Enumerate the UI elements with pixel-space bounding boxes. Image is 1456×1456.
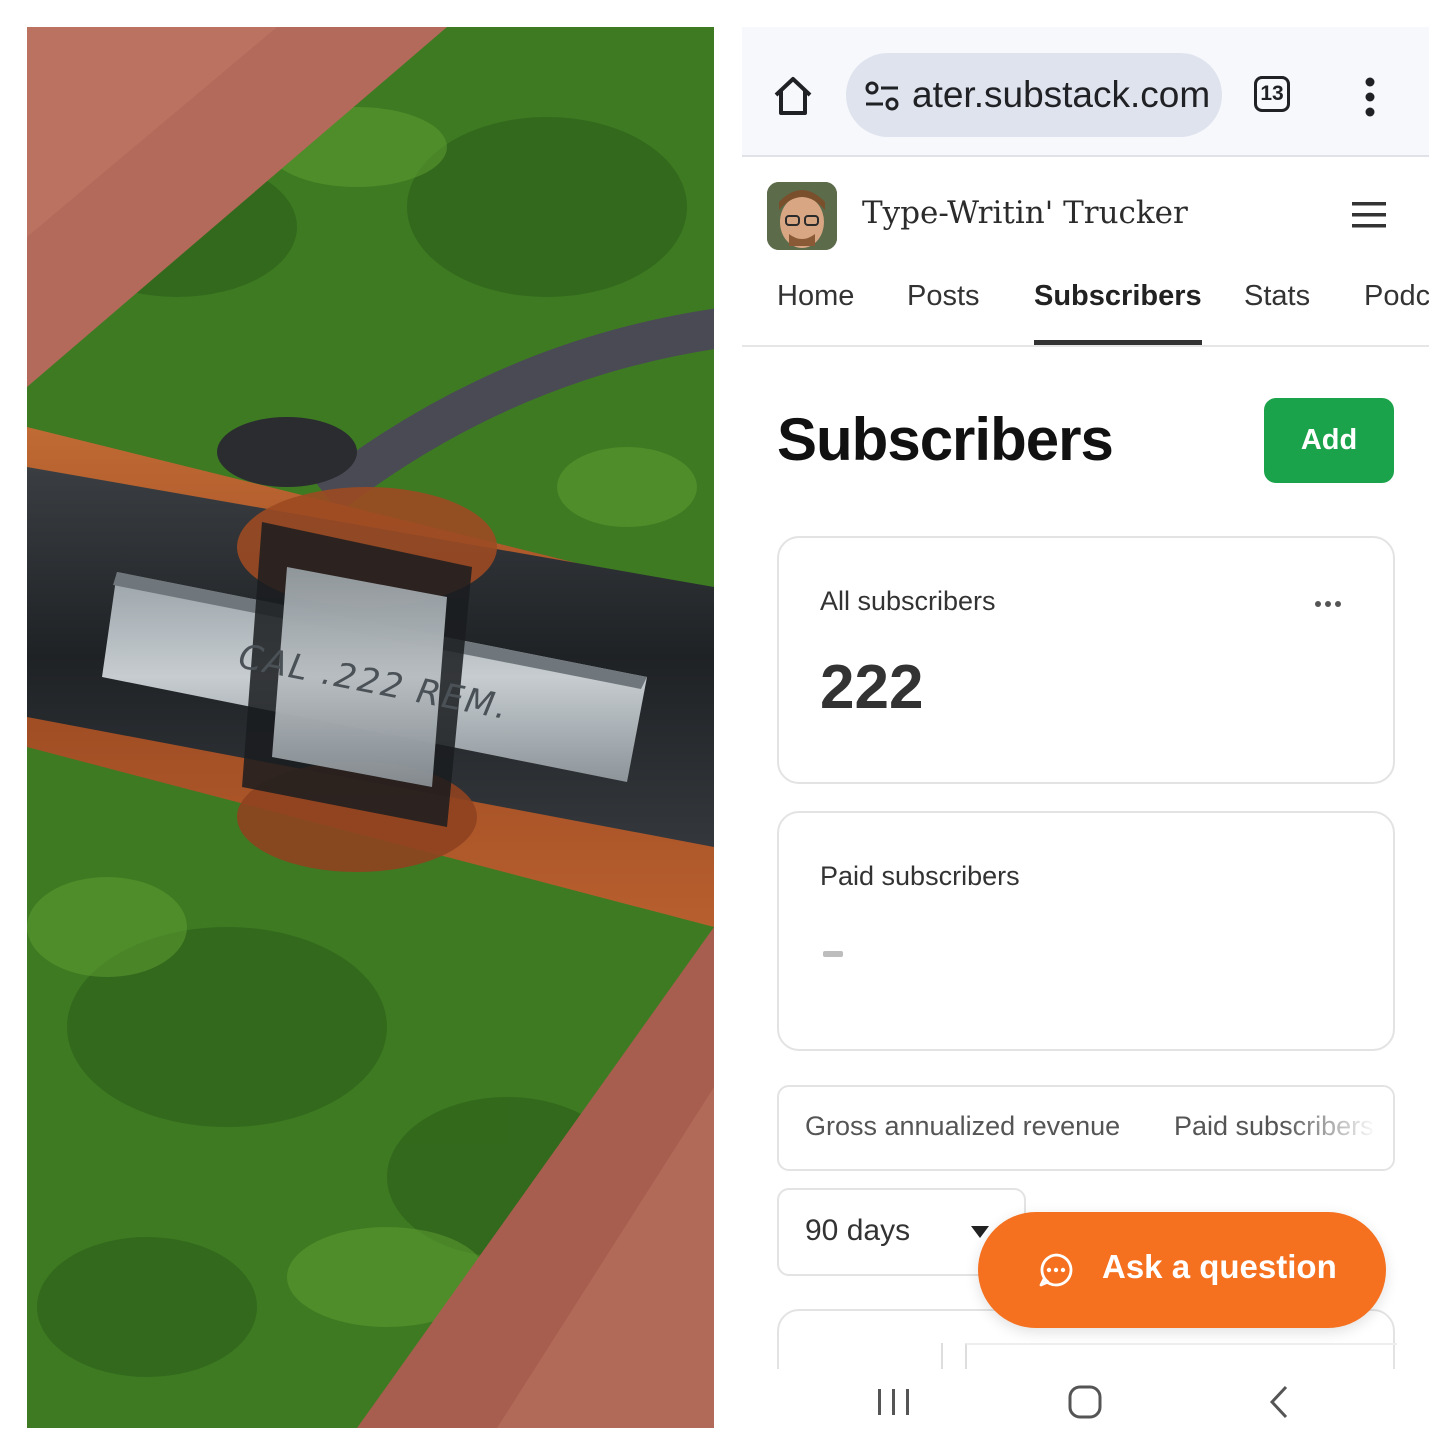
back-icon[interactable] (1268, 1385, 1290, 1419)
date-range-value: 90 days (805, 1214, 911, 1247)
more-icon[interactable] (1314, 600, 1342, 608)
more-options-icon[interactable] (1364, 77, 1376, 117)
tab-home[interactable]: Home (777, 277, 854, 343)
all-subscribers-card[interactable]: All subscribers 222 (777, 536, 1395, 784)
all-subscribers-count: 222 (820, 653, 924, 722)
page-title: Subscribers (777, 406, 1114, 473)
tab-stats[interactable]: Stats (1244, 277, 1310, 343)
scroll-fade (1283, 1087, 1393, 1169)
rifle-photo: CAL .222 REM. (27, 27, 714, 1428)
system-nav-bar (742, 1369, 1429, 1428)
caret-down-icon (971, 1226, 989, 1238)
paid-subscribers-card[interactable]: Paid subscribers (777, 811, 1395, 1051)
paid-subscribers-label: Paid subscribers (820, 861, 1020, 891)
tab-switcher-button[interactable]: 13 (1254, 76, 1290, 112)
metric-tab-revenue[interactable]: Gross annualized revenue (805, 1111, 1120, 1142)
all-subscribers-label: All subscribers (820, 586, 996, 616)
publication-avatar[interactable] (767, 182, 837, 250)
browser-toolbar: ater.substack.com 13 (742, 27, 1429, 157)
ask-question-button[interactable]: Ask a question (978, 1212, 1386, 1328)
publication-header: Type-Writin' Trucker (742, 157, 1429, 277)
site-settings-icon[interactable] (864, 81, 900, 111)
hamburger-menu-icon[interactable] (1352, 201, 1386, 229)
empty-value-placeholder (823, 951, 843, 957)
metric-tabs: Gross annualized revenue Paid subscriber… (777, 1085, 1395, 1171)
dashboard-tabs: Home Posts Subscribers Stats Podcast (742, 277, 1429, 347)
tab-posts[interactable]: Posts (907, 277, 980, 343)
address-bar[interactable]: ater.substack.com (846, 53, 1222, 137)
chat-bubble-icon (1039, 1253, 1073, 1287)
add-subscriber-button[interactable]: Add (1264, 398, 1394, 483)
url-text: ater.substack.com (912, 74, 1211, 115)
ask-question-label: Ask a question (1102, 1248, 1337, 1285)
tab-podcast[interactable]: Podcast (1364, 277, 1429, 343)
phone-screenshot: ater.substack.com 13 Type-Writin' Trucke… (742, 27, 1429, 1428)
rifle-photo-illustration: CAL .222 REM. (27, 27, 714, 1428)
tab-subscribers[interactable]: Subscribers (1034, 277, 1202, 345)
recent-apps-icon[interactable] (876, 1387, 912, 1417)
system-home-icon[interactable] (1068, 1385, 1102, 1419)
home-icon[interactable] (770, 73, 816, 119)
publication-name[interactable]: Type-Writin' Trucker (862, 195, 1188, 231)
